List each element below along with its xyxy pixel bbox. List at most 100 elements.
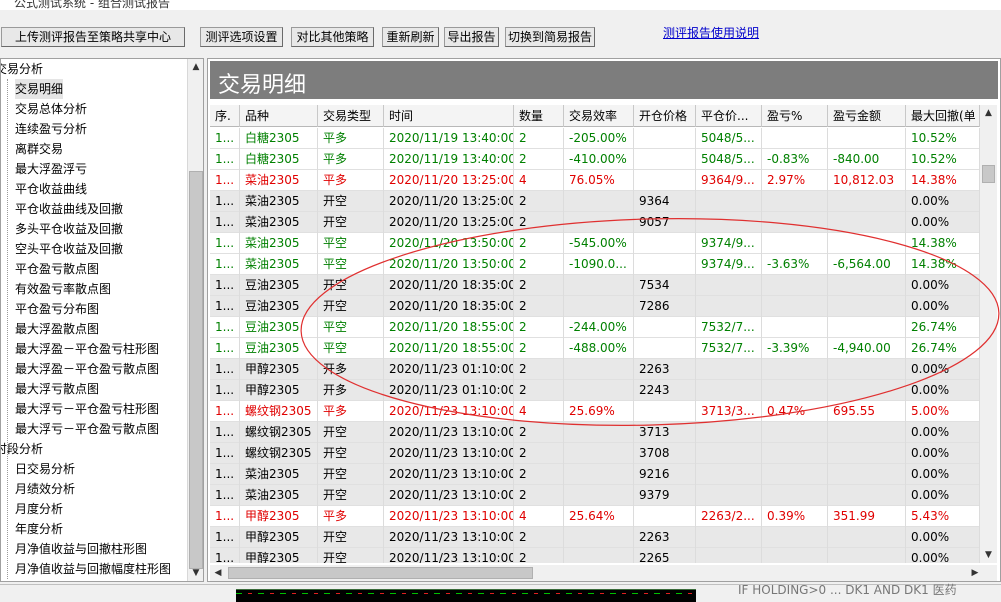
tree-item[interactable]: 月净值收益与回撤幅度柱形图 [15,559,171,579]
tree-item[interactable]: 交易总体分析 [15,99,87,119]
col-pnl-pct-cell [762,317,828,338]
col-close-price-header[interactable]: 平仓价... [696,105,762,127]
scroll-left-arrow-icon[interactable]: ◀ [210,565,226,581]
tree-group-node[interactable]: 交易分析 [1,59,43,79]
upload-report-button[interactable]: 上传测评报告至策略共享中心 [1,27,185,47]
col-open-price-cell [634,401,696,422]
tree-item[interactable]: 最大浮盈浮亏 [15,159,87,179]
scroll-down-arrow-icon[interactable]: ▼ [980,547,997,563]
table-row[interactable]: 1... 甲醇2305 开空 2020/11/23 13:10:00 2 2265 0.00… [210,548,980,563]
tree-item[interactable]: 平仓收益曲线 [15,179,87,199]
col-trade-type-cell: 开多 [318,359,384,380]
table-row[interactable]: 1... 甲醇2305 开多 2020/11/23 01:10:00 2 2263 0.00… [210,359,980,380]
col-pnl-amount-header[interactable]: 盈亏金额 [828,105,906,127]
col-max-drawdown-header[interactable]: 最大回撤(单 [906,105,980,127]
scroll-right-arrow-icon[interactable]: ▶ [967,565,983,581]
tree-item[interactable]: 最大浮亏－平仓盈亏柱形图 [15,399,159,419]
tree-item[interactable]: 最大浮亏散点图 [15,379,99,399]
col-trade-type-header[interactable]: 交易类型 [318,105,384,127]
tree-item[interactable]: 月绩效分析 [15,479,75,499]
col-index-header[interactable]: 序. [210,105,240,127]
col-open-price-cell [634,338,696,359]
col-open-price-cell: 2243 [634,380,696,401]
tree-item[interactable]: 月净值收益与回撤柱形图 [15,539,147,559]
col-symbol-cell: 甲醇2305 [240,548,318,563]
tree-scroll-thumb[interactable] [189,171,203,569]
col-max-drawdown-cell: 14.38% [906,233,980,254]
col-trade-type-cell: 开空 [318,191,384,212]
table-row[interactable]: 1... 豆油2305 平空 2020/11/20 18:55:00 2 -244.00%… [210,317,980,338]
col-index-cell: 1... [210,233,240,254]
col-quantity-cell: 2 [514,149,564,170]
col-max-drawdown-cell: 0.00% [906,527,980,548]
tree-item[interactable]: 空头平仓收益及回撤 [15,239,123,259]
table-horizontal-scrollbar[interactable]: ◀ ▶ [210,565,997,581]
tree-vertical-scrollbar[interactable]: ▲ ▼ [187,59,203,581]
scroll-up-arrow-icon[interactable]: ▲ [188,59,203,75]
col-quantity-cell: 2 [514,212,564,233]
col-close-price-cell [696,485,762,506]
table-vscroll-thumb[interactable] [982,165,995,183]
tree-item[interactable]: 平仓盈亏散点图 [15,259,99,279]
table-row[interactable]: 1... 螺纹钢2305 开空 2020/11/23 13:10:00 2 3713 0.0… [210,422,980,443]
col-efficiency-cell: -244.00% [564,317,634,338]
table-row[interactable]: 1... 白糖2305 平多 2020/11/19 13:40:00 2 -410.00%… [210,149,980,170]
col-open-price-header[interactable]: 开仓价格 [634,105,696,127]
table-row[interactable]: 1... 甲醇2305 开多 2020/11/23 01:10:00 2 2243 0.00… [210,380,980,401]
col-quantity-header[interactable]: 数量 [514,105,564,127]
table-row[interactable]: 1... 豆油2305 开空 2020/11/20 18:35:00 2 7286 0.00… [210,296,980,317]
table-row[interactable]: 1... 螺纹钢2305 平多 2020/11/23 13:10:00 4 25.69% 3… [210,401,980,422]
col-pnl-pct-header[interactable]: 盈亏% [762,105,828,127]
tree-item[interactable]: 最大浮盈－平仓盈亏柱形图 [15,339,159,359]
tree-item[interactable]: 月度分析 [15,499,63,519]
tree-item[interactable]: 平仓盈亏分布图 [15,299,99,319]
tree-item[interactable]: 最大浮亏－平仓盈亏散点图 [15,419,159,439]
table-row[interactable]: 1... 菜油2305 平空 2020/11/20 13:50:00 2 -545.00%… [210,233,980,254]
tree-item[interactable]: 最大浮盈散点图 [15,319,99,339]
col-time-header[interactable]: 时间 [384,105,514,127]
col-efficiency-cell: 25.64% [564,506,634,527]
export-report-button[interactable]: 导出报告 [444,27,499,47]
table-row[interactable]: 1... 豆油2305 开空 2020/11/20 18:35:00 2 7534 0.00… [210,275,980,296]
refresh-button[interactable]: 重新刷新 [382,27,439,47]
table-hscroll-thumb[interactable] [228,567,533,579]
tree-item[interactable]: 多头平仓收益及回撤 [15,219,123,239]
col-symbol-cell: 菜油2305 [240,485,318,506]
table-row[interactable]: 1... 菜油2305 开空 2020/11/23 13:10:00 2 9379 0.00… [210,485,980,506]
table-row[interactable]: 1... 菜油2305 平空 2020/11/20 13:50:00 2 -1090.0.… [210,254,980,275]
col-pnl-pct-cell [762,548,828,563]
col-index-cell: 1... [210,422,240,443]
col-symbol-header[interactable]: 品种 [240,105,318,127]
compare-strategies-button[interactable]: 对比其他策略 [291,27,374,47]
table-row[interactable]: 1... 甲醇2305 开空 2020/11/23 13:10:00 2 2263 0.00… [210,527,980,548]
col-index-cell: 1... [210,212,240,233]
col-time-cell: 2020/11/23 01:10:00 [384,380,514,401]
table-row[interactable]: 1... 白糖2305 平多 2020/11/19 13:40:00 2 -205.00%… [210,128,980,149]
tree-item[interactable]: 平仓收益曲线及回撤 [15,199,123,219]
tree-item[interactable]: 交易明细 [15,79,64,99]
table-row[interactable]: 1... 菜油2305 开空 2020/11/23 13:10:00 2 9216 0.00… [210,464,980,485]
scroll-down-arrow-icon[interactable]: ▼ [188,565,203,581]
switch-simple-report-button[interactable]: 切换到简易报告 [505,27,595,47]
tree-item[interactable]: 最大浮盈－平仓盈亏散点图 [15,359,159,379]
tree-item[interactable]: 连续盈亏分析 [15,119,87,139]
tree-item[interactable]: 年度分析 [15,519,63,539]
table-row[interactable]: 1... 螺纹钢2305 开空 2020/11/23 13:10:00 2 3708 0.0… [210,443,980,464]
tree-item[interactable]: 有效盈亏率散点图 [15,279,111,299]
tree-item[interactable]: 离群交易 [15,139,63,159]
table-row[interactable]: 1... 甲醇2305 平多 2020/11/23 13:10:00 4 25.64% 22… [210,506,980,527]
evaluation-options-button[interactable]: 测评选项设置 [200,27,283,47]
table-vertical-scrollbar[interactable]: ▲ ▼ [980,105,997,563]
col-pnl-amount-cell [828,212,906,233]
table-row[interactable]: 1... 豆油2305 平空 2020/11/20 18:55:00 2 -488.00%… [210,338,980,359]
col-trade-type-cell: 平空 [318,317,384,338]
col-efficiency-header[interactable]: 交易效率 [564,105,634,127]
scroll-up-arrow-icon[interactable]: ▲ [980,105,997,121]
tree-group-node[interactable]: 时段分析 [1,439,43,459]
table-row[interactable]: 1... 菜油2305 开空 2020/11/20 13:25:00 2 9057 0.00… [210,212,980,233]
report-help-link[interactable]: 测评报告使用说明 [663,24,759,41]
table-row[interactable]: 1... 菜油2305 开空 2020/11/20 13:25:00 2 9364 0.00… [210,191,980,212]
table-row[interactable]: 1... 菜油2305 平多 2020/11/20 13:25:00 4 76.05% 93… [210,170,980,191]
tree-item[interactable]: 日交易分析 [15,459,75,479]
col-pnl-amount-cell [828,359,906,380]
